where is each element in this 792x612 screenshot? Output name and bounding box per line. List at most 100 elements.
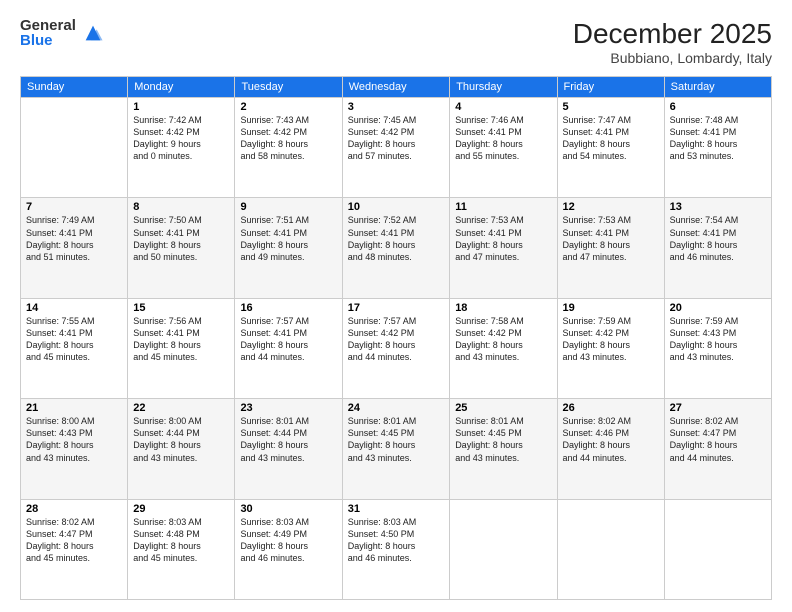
day-info: Sunrise: 7:43 AMSunset: 4:42 PMDaylight:… (240, 114, 336, 163)
table-row: 29Sunrise: 8:03 AMSunset: 4:48 PMDayligh… (128, 499, 235, 599)
table-row: 30Sunrise: 8:03 AMSunset: 4:49 PMDayligh… (235, 499, 342, 599)
day-number: 11 (455, 201, 551, 213)
day-info: Sunrise: 7:56 AMSunset: 4:41 PMDaylight:… (133, 315, 229, 364)
day-number: 13 (670, 201, 766, 213)
day-info: Sunrise: 8:00 AMSunset: 4:44 PMDaylight:… (133, 415, 229, 464)
table-row: 6Sunrise: 7:48 AMSunset: 4:41 PMDaylight… (664, 98, 771, 198)
day-info: Sunrise: 8:03 AMSunset: 4:48 PMDaylight:… (133, 516, 229, 565)
table-row: 11Sunrise: 7:53 AMSunset: 4:41 PMDayligh… (450, 198, 557, 298)
table-row: 27Sunrise: 8:02 AMSunset: 4:47 PMDayligh… (664, 399, 771, 499)
table-row: 7Sunrise: 7:49 AMSunset: 4:41 PMDaylight… (21, 198, 128, 298)
calendar-week-row: 14Sunrise: 7:55 AMSunset: 4:41 PMDayligh… (21, 298, 772, 398)
day-info: Sunrise: 7:55 AMSunset: 4:41 PMDaylight:… (26, 315, 122, 364)
page: General Blue December 2025 Bubbiano, Lom… (0, 0, 792, 612)
table-row (557, 499, 664, 599)
day-info: Sunrise: 8:02 AMSunset: 4:46 PMDaylight:… (563, 415, 659, 464)
table-row: 4Sunrise: 7:46 AMSunset: 4:41 PMDaylight… (450, 98, 557, 198)
month-title: December 2025 (573, 18, 772, 50)
table-row: 19Sunrise: 7:59 AMSunset: 4:42 PMDayligh… (557, 298, 664, 398)
day-number: 28 (26, 503, 122, 515)
header: General Blue December 2025 Bubbiano, Lom… (20, 18, 772, 66)
day-number: 4 (455, 101, 551, 113)
day-number: 18 (455, 302, 551, 314)
table-row: 24Sunrise: 8:01 AMSunset: 4:45 PMDayligh… (342, 399, 449, 499)
day-info: Sunrise: 7:45 AMSunset: 4:42 PMDaylight:… (348, 114, 444, 163)
table-row: 13Sunrise: 7:54 AMSunset: 4:41 PMDayligh… (664, 198, 771, 298)
col-friday: Friday (557, 77, 664, 98)
logo: General Blue (20, 18, 104, 48)
day-number: 26 (563, 402, 659, 414)
day-number: 3 (348, 101, 444, 113)
table-row: 26Sunrise: 8:02 AMSunset: 4:46 PMDayligh… (557, 399, 664, 499)
day-info: Sunrise: 7:52 AMSunset: 4:41 PMDaylight:… (348, 214, 444, 263)
day-info: Sunrise: 7:59 AMSunset: 4:42 PMDaylight:… (563, 315, 659, 364)
day-info: Sunrise: 8:02 AMSunset: 4:47 PMDaylight:… (26, 516, 122, 565)
table-row: 28Sunrise: 8:02 AMSunset: 4:47 PMDayligh… (21, 499, 128, 599)
day-info: Sunrise: 8:01 AMSunset: 4:44 PMDaylight:… (240, 415, 336, 464)
logo-blue: Blue (20, 33, 76, 48)
day-info: Sunrise: 7:53 AMSunset: 4:41 PMDaylight:… (455, 214, 551, 263)
day-info: Sunrise: 7:58 AMSunset: 4:42 PMDaylight:… (455, 315, 551, 364)
table-row: 16Sunrise: 7:57 AMSunset: 4:41 PMDayligh… (235, 298, 342, 398)
day-number: 21 (26, 402, 122, 414)
day-number: 12 (563, 201, 659, 213)
day-number: 10 (348, 201, 444, 213)
day-info: Sunrise: 7:51 AMSunset: 4:41 PMDaylight:… (240, 214, 336, 263)
table-row: 20Sunrise: 7:59 AMSunset: 4:43 PMDayligh… (664, 298, 771, 398)
calendar-table: Sunday Monday Tuesday Wednesday Thursday… (20, 76, 772, 600)
day-number: 24 (348, 402, 444, 414)
day-info: Sunrise: 8:03 AMSunset: 4:50 PMDaylight:… (348, 516, 444, 565)
location: Bubbiano, Lombardy, Italy (573, 50, 772, 66)
day-number: 31 (348, 503, 444, 515)
day-info: Sunrise: 7:59 AMSunset: 4:43 PMDaylight:… (670, 315, 766, 364)
day-info: Sunrise: 8:01 AMSunset: 4:45 PMDaylight:… (348, 415, 444, 464)
day-info: Sunrise: 7:47 AMSunset: 4:41 PMDaylight:… (563, 114, 659, 163)
day-number: 19 (563, 302, 659, 314)
table-row: 9Sunrise: 7:51 AMSunset: 4:41 PMDaylight… (235, 198, 342, 298)
table-row: 23Sunrise: 8:01 AMSunset: 4:44 PMDayligh… (235, 399, 342, 499)
table-row: 18Sunrise: 7:58 AMSunset: 4:42 PMDayligh… (450, 298, 557, 398)
table-row: 14Sunrise: 7:55 AMSunset: 4:41 PMDayligh… (21, 298, 128, 398)
table-row (21, 98, 128, 198)
col-tuesday: Tuesday (235, 77, 342, 98)
day-number: 7 (26, 201, 122, 213)
col-monday: Monday (128, 77, 235, 98)
calendar-week-row: 7Sunrise: 7:49 AMSunset: 4:41 PMDaylight… (21, 198, 772, 298)
day-info: Sunrise: 7:49 AMSunset: 4:41 PMDaylight:… (26, 214, 122, 263)
col-wednesday: Wednesday (342, 77, 449, 98)
day-info: Sunrise: 8:01 AMSunset: 4:45 PMDaylight:… (455, 415, 551, 464)
table-row: 22Sunrise: 8:00 AMSunset: 4:44 PMDayligh… (128, 399, 235, 499)
day-info: Sunrise: 7:53 AMSunset: 4:41 PMDaylight:… (563, 214, 659, 263)
day-info: Sunrise: 7:57 AMSunset: 4:41 PMDaylight:… (240, 315, 336, 364)
day-info: Sunrise: 8:02 AMSunset: 4:47 PMDaylight:… (670, 415, 766, 464)
col-sunday: Sunday (21, 77, 128, 98)
day-info: Sunrise: 7:54 AMSunset: 4:41 PMDaylight:… (670, 214, 766, 263)
calendar-week-row: 21Sunrise: 8:00 AMSunset: 4:43 PMDayligh… (21, 399, 772, 499)
title-block: December 2025 Bubbiano, Lombardy, Italy (573, 18, 772, 66)
day-info: Sunrise: 8:00 AMSunset: 4:43 PMDaylight:… (26, 415, 122, 464)
day-number: 8 (133, 201, 229, 213)
col-saturday: Saturday (664, 77, 771, 98)
table-row: 31Sunrise: 8:03 AMSunset: 4:50 PMDayligh… (342, 499, 449, 599)
calendar-header-row: Sunday Monday Tuesday Wednesday Thursday… (21, 77, 772, 98)
table-row: 1Sunrise: 7:42 AMSunset: 4:42 PMDaylight… (128, 98, 235, 198)
table-row: 12Sunrise: 7:53 AMSunset: 4:41 PMDayligh… (557, 198, 664, 298)
table-row (664, 499, 771, 599)
day-number: 14 (26, 302, 122, 314)
day-number: 9 (240, 201, 336, 213)
col-thursday: Thursday (450, 77, 557, 98)
table-row: 8Sunrise: 7:50 AMSunset: 4:41 PMDaylight… (128, 198, 235, 298)
day-info: Sunrise: 8:03 AMSunset: 4:49 PMDaylight:… (240, 516, 336, 565)
table-row: 10Sunrise: 7:52 AMSunset: 4:41 PMDayligh… (342, 198, 449, 298)
logo-text: General Blue (20, 18, 76, 48)
day-info: Sunrise: 7:57 AMSunset: 4:42 PMDaylight:… (348, 315, 444, 364)
day-info: Sunrise: 7:46 AMSunset: 4:41 PMDaylight:… (455, 114, 551, 163)
table-row: 17Sunrise: 7:57 AMSunset: 4:42 PMDayligh… (342, 298, 449, 398)
day-number: 1 (133, 101, 229, 113)
day-number: 5 (563, 101, 659, 113)
table-row (450, 499, 557, 599)
logo-icon (82, 22, 104, 44)
day-number: 16 (240, 302, 336, 314)
day-number: 15 (133, 302, 229, 314)
day-number: 2 (240, 101, 336, 113)
